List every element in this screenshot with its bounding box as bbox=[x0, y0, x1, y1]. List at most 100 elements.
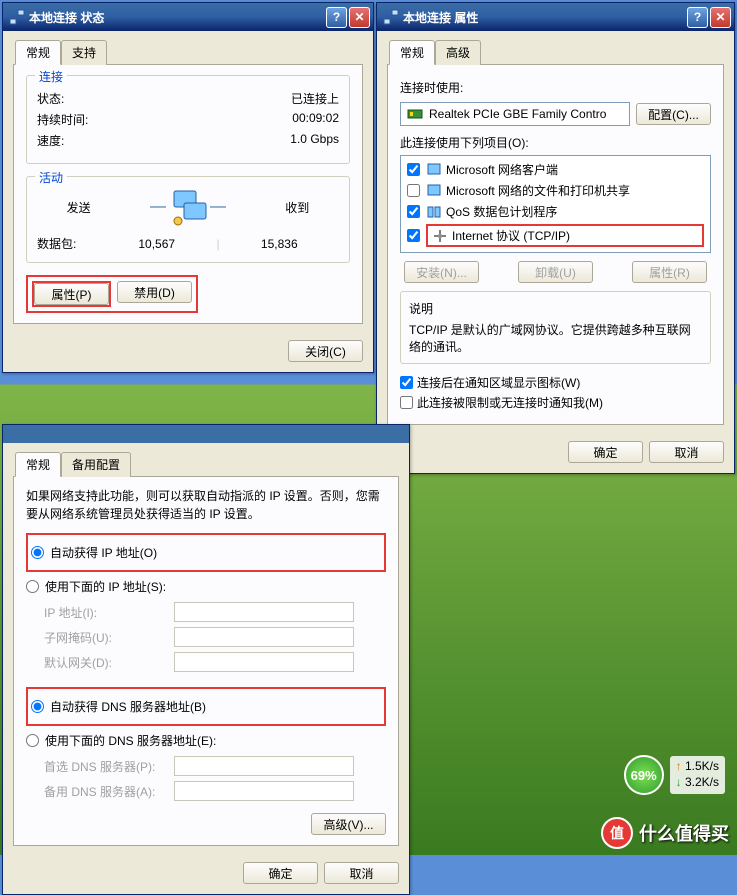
speed-value: 1.0 Gbps bbox=[97, 132, 339, 149]
service-icon bbox=[426, 183, 442, 199]
intro-text: 如果网络支持此功能，则可以获取自动指派的 IP 设置。否则，您需要从网络系统管理… bbox=[26, 487, 386, 523]
brand-watermark: 值 什么值得买 bbox=[601, 817, 729, 849]
item-checkbox[interactable] bbox=[407, 205, 420, 218]
components-list[interactable]: Microsoft 网络客户端 Microsoft 网络的文件和打印机共享 Qo… bbox=[400, 155, 711, 253]
dns1-label: 首选 DNS 服务器(P): bbox=[44, 758, 174, 775]
item-label: Microsoft 网络的文件和打印机共享 bbox=[446, 182, 630, 199]
desc-text: TCP/IP 是默认的广域网协议。它提供跨越多种互联网络的通讯。 bbox=[409, 321, 702, 355]
network-speed-badge: 69% ↑ 1.5K/s ↓ 3.2K/s bbox=[624, 755, 725, 795]
sent-packets: 10,567 bbox=[97, 237, 216, 251]
item-checkbox[interactable] bbox=[407, 229, 420, 242]
cancel-button[interactable]: 取消 bbox=[324, 862, 399, 884]
client-icon bbox=[426, 162, 442, 178]
ok-button[interactable]: 确定 bbox=[568, 441, 643, 463]
duration-value: 00:09:02 bbox=[97, 111, 339, 128]
mask-label: 子网掩码(U): bbox=[44, 629, 174, 646]
properties-window: 本地连接 属性 ? ✕ 常规 高级 连接时使用: Realtek PCIe GB… bbox=[376, 2, 735, 474]
disable-button[interactable]: 禁用(D) bbox=[117, 281, 192, 303]
ip-input bbox=[174, 602, 354, 622]
configure-button[interactable]: 配置(C)... bbox=[636, 103, 711, 125]
ok-button[interactable]: 确定 bbox=[243, 862, 318, 884]
titlebar[interactable] bbox=[3, 425, 409, 443]
manual-dns-label: 使用下面的 DNS 服务器地址(E): bbox=[45, 732, 216, 749]
list-item[interactable]: Internet 协议 (TCP/IP) bbox=[401, 222, 710, 249]
tab-general[interactable]: 常规 bbox=[15, 40, 61, 65]
duration-label: 持续时间: bbox=[37, 111, 97, 128]
cancel-button[interactable]: 取消 bbox=[649, 441, 724, 463]
item-label: Internet 协议 (TCP/IP) bbox=[452, 227, 570, 244]
recv-label: 收到 bbox=[285, 199, 309, 216]
auto-dns-label: 自动获得 DNS 服务器地址(B) bbox=[50, 698, 206, 715]
list-item[interactable]: Microsoft 网络的文件和打印机共享 bbox=[401, 180, 710, 201]
tabstrip: 常规 备用配置 bbox=[13, 451, 399, 477]
adapter-icon bbox=[407, 106, 423, 122]
item-properties-button[interactable]: 属性(R) bbox=[632, 261, 707, 283]
gateway-label: 默认网关(D): bbox=[44, 654, 174, 671]
tabstrip: 常规 高级 bbox=[387, 39, 724, 65]
item-label: QoS 数据包计划程序 bbox=[446, 203, 557, 220]
uninstall-button[interactable]: 卸载(U) bbox=[518, 261, 593, 283]
brand-text: 什么值得买 bbox=[639, 820, 729, 846]
percent-value: 69% bbox=[624, 755, 664, 795]
help-button[interactable]: ? bbox=[326, 7, 347, 28]
dns2-label: 备用 DNS 服务器(A): bbox=[44, 783, 174, 800]
notify-limited-checkbox[interactable] bbox=[400, 396, 413, 409]
network-icon bbox=[383, 9, 399, 25]
list-item[interactable]: Microsoft 网络客户端 bbox=[401, 159, 710, 180]
close-button[interactable]: ✕ bbox=[349, 7, 370, 28]
speed-label: 速度: bbox=[37, 132, 97, 149]
adapter-name: Realtek PCIe GBE Family Contro bbox=[429, 107, 606, 121]
close-button[interactable]: ✕ bbox=[710, 7, 731, 28]
gateway-input bbox=[174, 652, 354, 672]
tab-support[interactable]: 支持 bbox=[61, 40, 107, 65]
dns2-input bbox=[174, 781, 354, 801]
tcpip-window: 常规 备用配置 如果网络支持此功能，则可以获取自动指派的 IP 设置。否则，您需… bbox=[2, 424, 410, 895]
titlebar[interactable]: 本地连接 状态 ? ✕ bbox=[3, 3, 373, 31]
upload-speed: ↑ 1.5K/s bbox=[676, 759, 719, 775]
item-checkbox[interactable] bbox=[407, 163, 420, 176]
tab-advanced[interactable]: 高级 bbox=[435, 40, 481, 65]
tab-general[interactable]: 常规 bbox=[15, 452, 61, 477]
show-icon-label: 连接后在通知区域显示图标(W) bbox=[417, 374, 580, 391]
activity-legend: 活动 bbox=[35, 169, 67, 186]
tab-alternate[interactable]: 备用配置 bbox=[61, 452, 131, 477]
manual-ip-radio[interactable] bbox=[26, 580, 39, 593]
advanced-button[interactable]: 高级(V)... bbox=[311, 813, 386, 835]
manual-dns-radio[interactable] bbox=[26, 734, 39, 747]
network-icon bbox=[9, 9, 25, 25]
activity-icon: — — bbox=[150, 187, 226, 227]
item-label: Microsoft 网络客户端 bbox=[446, 161, 558, 178]
qos-icon bbox=[426, 204, 442, 220]
sent-label: 发送 bbox=[67, 199, 91, 216]
properties-button[interactable]: 属性(P) bbox=[34, 283, 109, 305]
desc-label: 说明 bbox=[409, 300, 702, 317]
tab-general[interactable]: 常规 bbox=[389, 40, 435, 65]
help-button[interactable]: ? bbox=[687, 7, 708, 28]
auto-ip-radio[interactable] bbox=[31, 546, 44, 559]
items-label: 此连接使用下列项目(O): bbox=[400, 134, 711, 151]
connection-legend: 连接 bbox=[35, 68, 67, 85]
protocol-icon bbox=[432, 228, 448, 244]
arrow-up-icon: ↑ bbox=[676, 759, 682, 773]
dns1-input bbox=[174, 756, 354, 776]
brand-icon: 值 bbox=[601, 817, 633, 849]
titlebar[interactable]: 本地连接 属性 ? ✕ bbox=[377, 3, 734, 31]
mask-input bbox=[174, 627, 354, 647]
status-value: 已连接上 bbox=[97, 90, 339, 107]
auto-dns-radio[interactable] bbox=[31, 700, 44, 713]
download-speed: ↓ 3.2K/s bbox=[676, 775, 719, 791]
tabstrip: 常规 支持 bbox=[13, 39, 363, 65]
packets-label: 数据包: bbox=[37, 235, 97, 252]
show-icon-checkbox[interactable] bbox=[400, 376, 413, 389]
status-window: 本地连接 状态 ? ✕ 常规 支持 连接 状态:已连接上 持续时间:00:09:… bbox=[2, 2, 374, 373]
notify-limited-label: 此连接被限制或无连接时通知我(M) bbox=[417, 394, 603, 411]
auto-ip-label: 自动获得 IP 地址(O) bbox=[50, 544, 157, 561]
recv-packets: 15,836 bbox=[220, 237, 339, 251]
close-dialog-button[interactable]: 关闭(C) bbox=[288, 340, 363, 362]
list-item[interactable]: QoS 数据包计划程序 bbox=[401, 201, 710, 222]
ip-label: IP 地址(I): bbox=[44, 604, 174, 621]
install-button[interactable]: 安装(N)... bbox=[404, 261, 479, 283]
connect-using-label: 连接时使用: bbox=[400, 79, 711, 96]
status-label: 状态: bbox=[37, 90, 97, 107]
item-checkbox[interactable] bbox=[407, 184, 420, 197]
